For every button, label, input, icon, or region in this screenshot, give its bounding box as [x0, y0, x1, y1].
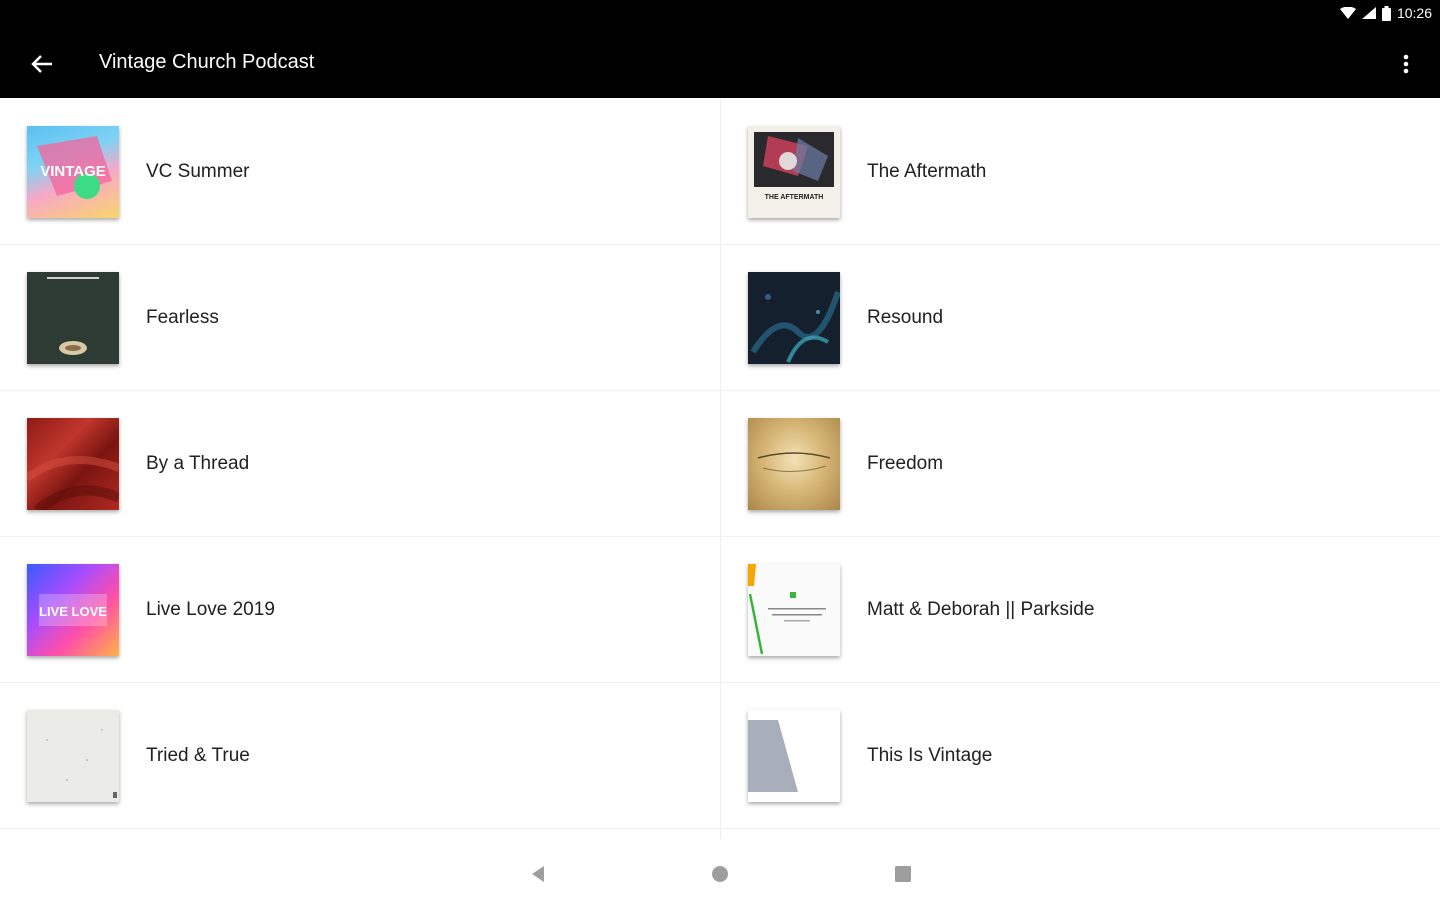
page-title: Vintage Church Podcast: [99, 51, 315, 73]
podcast-item-the-aftermath[interactable]: THE AFTERMATH The Aftermath: [721, 99, 1440, 245]
podcast-artwork: LIVE LOVE: [27, 563, 119, 656]
podcast-title: By a Thread: [146, 452, 250, 474]
podcast-artwork: [27, 709, 119, 802]
status-time: 10:26: [1396, 5, 1432, 21]
podcast-artwork: [27, 417, 119, 510]
podcast-artwork: [748, 563, 840, 656]
app-bar: Vintage Church Podcast: [0, 30, 1440, 98]
podcast-item-freedom[interactable]: Freedom: [721, 391, 1440, 537]
square-recents-icon: [895, 866, 911, 882]
nav-home-button[interactable]: [700, 854, 740, 894]
podcast-artwork: [748, 709, 840, 802]
back-button[interactable]: [20, 42, 64, 86]
svg-text:VINTAGE: VINTAGE: [40, 163, 106, 180]
circle-home-icon: [712, 866, 728, 882]
system-nav-bar: [0, 840, 1440, 900]
triangle-back-icon: [532, 866, 544, 882]
svg-text:LIVE LOVE: LIVE LOVE: [39, 604, 107, 619]
more-vert-icon: [1403, 54, 1409, 74]
svg-text:THE AFTERMATH: THE AFTERMATH: [765, 194, 824, 201]
podcast-artwork: VINTAGE: [27, 125, 119, 218]
podcast-item-this-is-vintage[interactable]: This Is Vintage: [721, 683, 1440, 829]
podcast-title: Matt & Deborah || Parkside: [867, 598, 1095, 620]
podcast-title: This Is Vintage: [867, 744, 993, 766]
podcast-artwork: [27, 271, 119, 364]
podcast-item-fearless[interactable]: Fearless: [0, 245, 720, 391]
arrow-back-icon: [31, 55, 52, 73]
podcast-item-live-love-2019[interactable]: LIVE LOVE Live Love 2019: [0, 537, 720, 683]
podcast-item-matt-deborah-parkside[interactable]: Matt & Deborah || Parkside: [721, 537, 1440, 683]
podcast-item-by-a-thread[interactable]: By a Thread: [0, 391, 720, 537]
podcast-artwork: [748, 417, 840, 510]
status-icons: 10:26: [1339, 5, 1432, 21]
nav-back-button[interactable]: [518, 854, 558, 894]
status-bar: 10:26: [0, 0, 1440, 30]
podcast-title: Resound: [867, 306, 944, 328]
signal-icon: [1361, 7, 1376, 19]
wifi-icon: [1339, 7, 1356, 19]
battery-icon: [1381, 5, 1391, 21]
nav-recents-button[interactable]: [883, 854, 923, 894]
podcast-item-tried-true[interactable]: Tried & True: [0, 683, 720, 829]
more-options-button[interactable]: [1386, 44, 1426, 84]
podcast-title: Live Love 2019: [146, 598, 275, 620]
podcast-title: Tried & True: [146, 744, 250, 766]
podcast-artwork: THE AFTERMATH: [748, 125, 840, 218]
podcast-grid: VINTAGE VC Summer THE AFTERMATH The Afte…: [0, 99, 1440, 831]
podcast-item-vc-summer[interactable]: VINTAGE VC Summer: [0, 99, 720, 245]
podcast-title: The Aftermath: [867, 160, 987, 182]
podcast-item-resound[interactable]: Resound: [721, 245, 1440, 391]
podcast-artwork: [748, 271, 840, 364]
podcast-title: VC Summer: [146, 160, 250, 182]
podcast-title: Freedom: [867, 452, 944, 474]
podcast-title: Fearless: [146, 306, 219, 328]
